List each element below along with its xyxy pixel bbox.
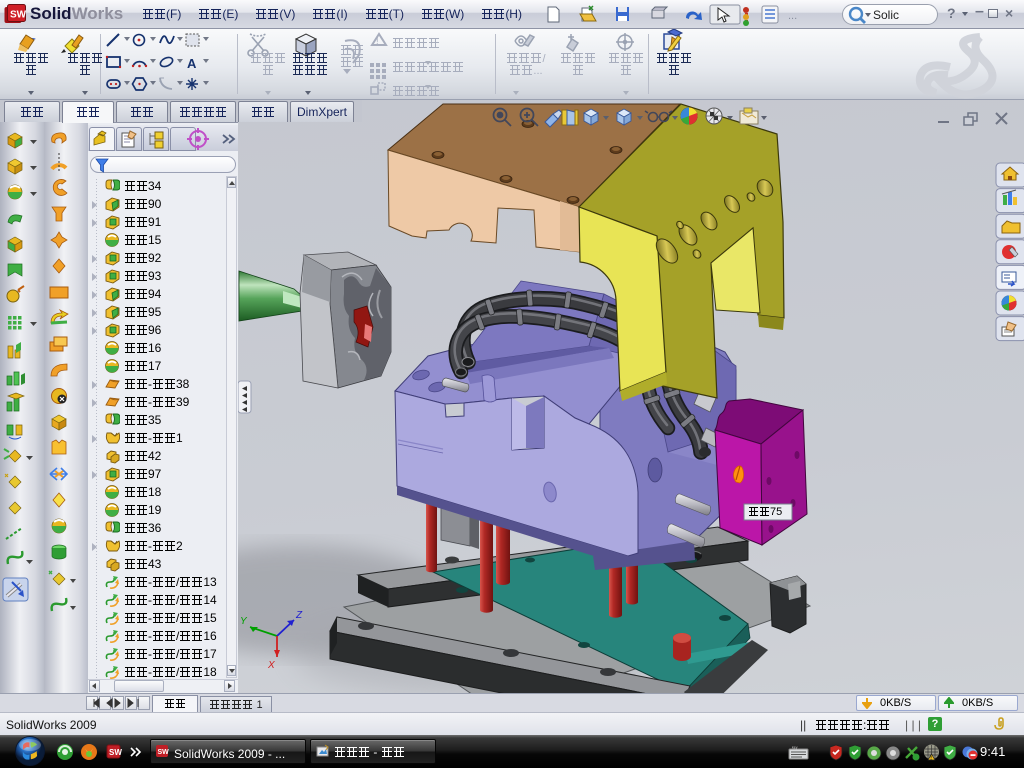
svg-text:!: !: [376, 36, 379, 46]
svg-text:SW: SW: [158, 749, 170, 756]
svg-text:X: X: [267, 660, 275, 671]
svg-text:key: key: [792, 746, 798, 750]
svg-text:SW: SW: [10, 10, 27, 21]
svg-text:...: ...: [788, 10, 797, 22]
svg-text:SW: SW: [109, 748, 122, 757]
svg-text:A: A: [187, 56, 197, 71]
svg-text:Z: Z: [295, 610, 303, 621]
